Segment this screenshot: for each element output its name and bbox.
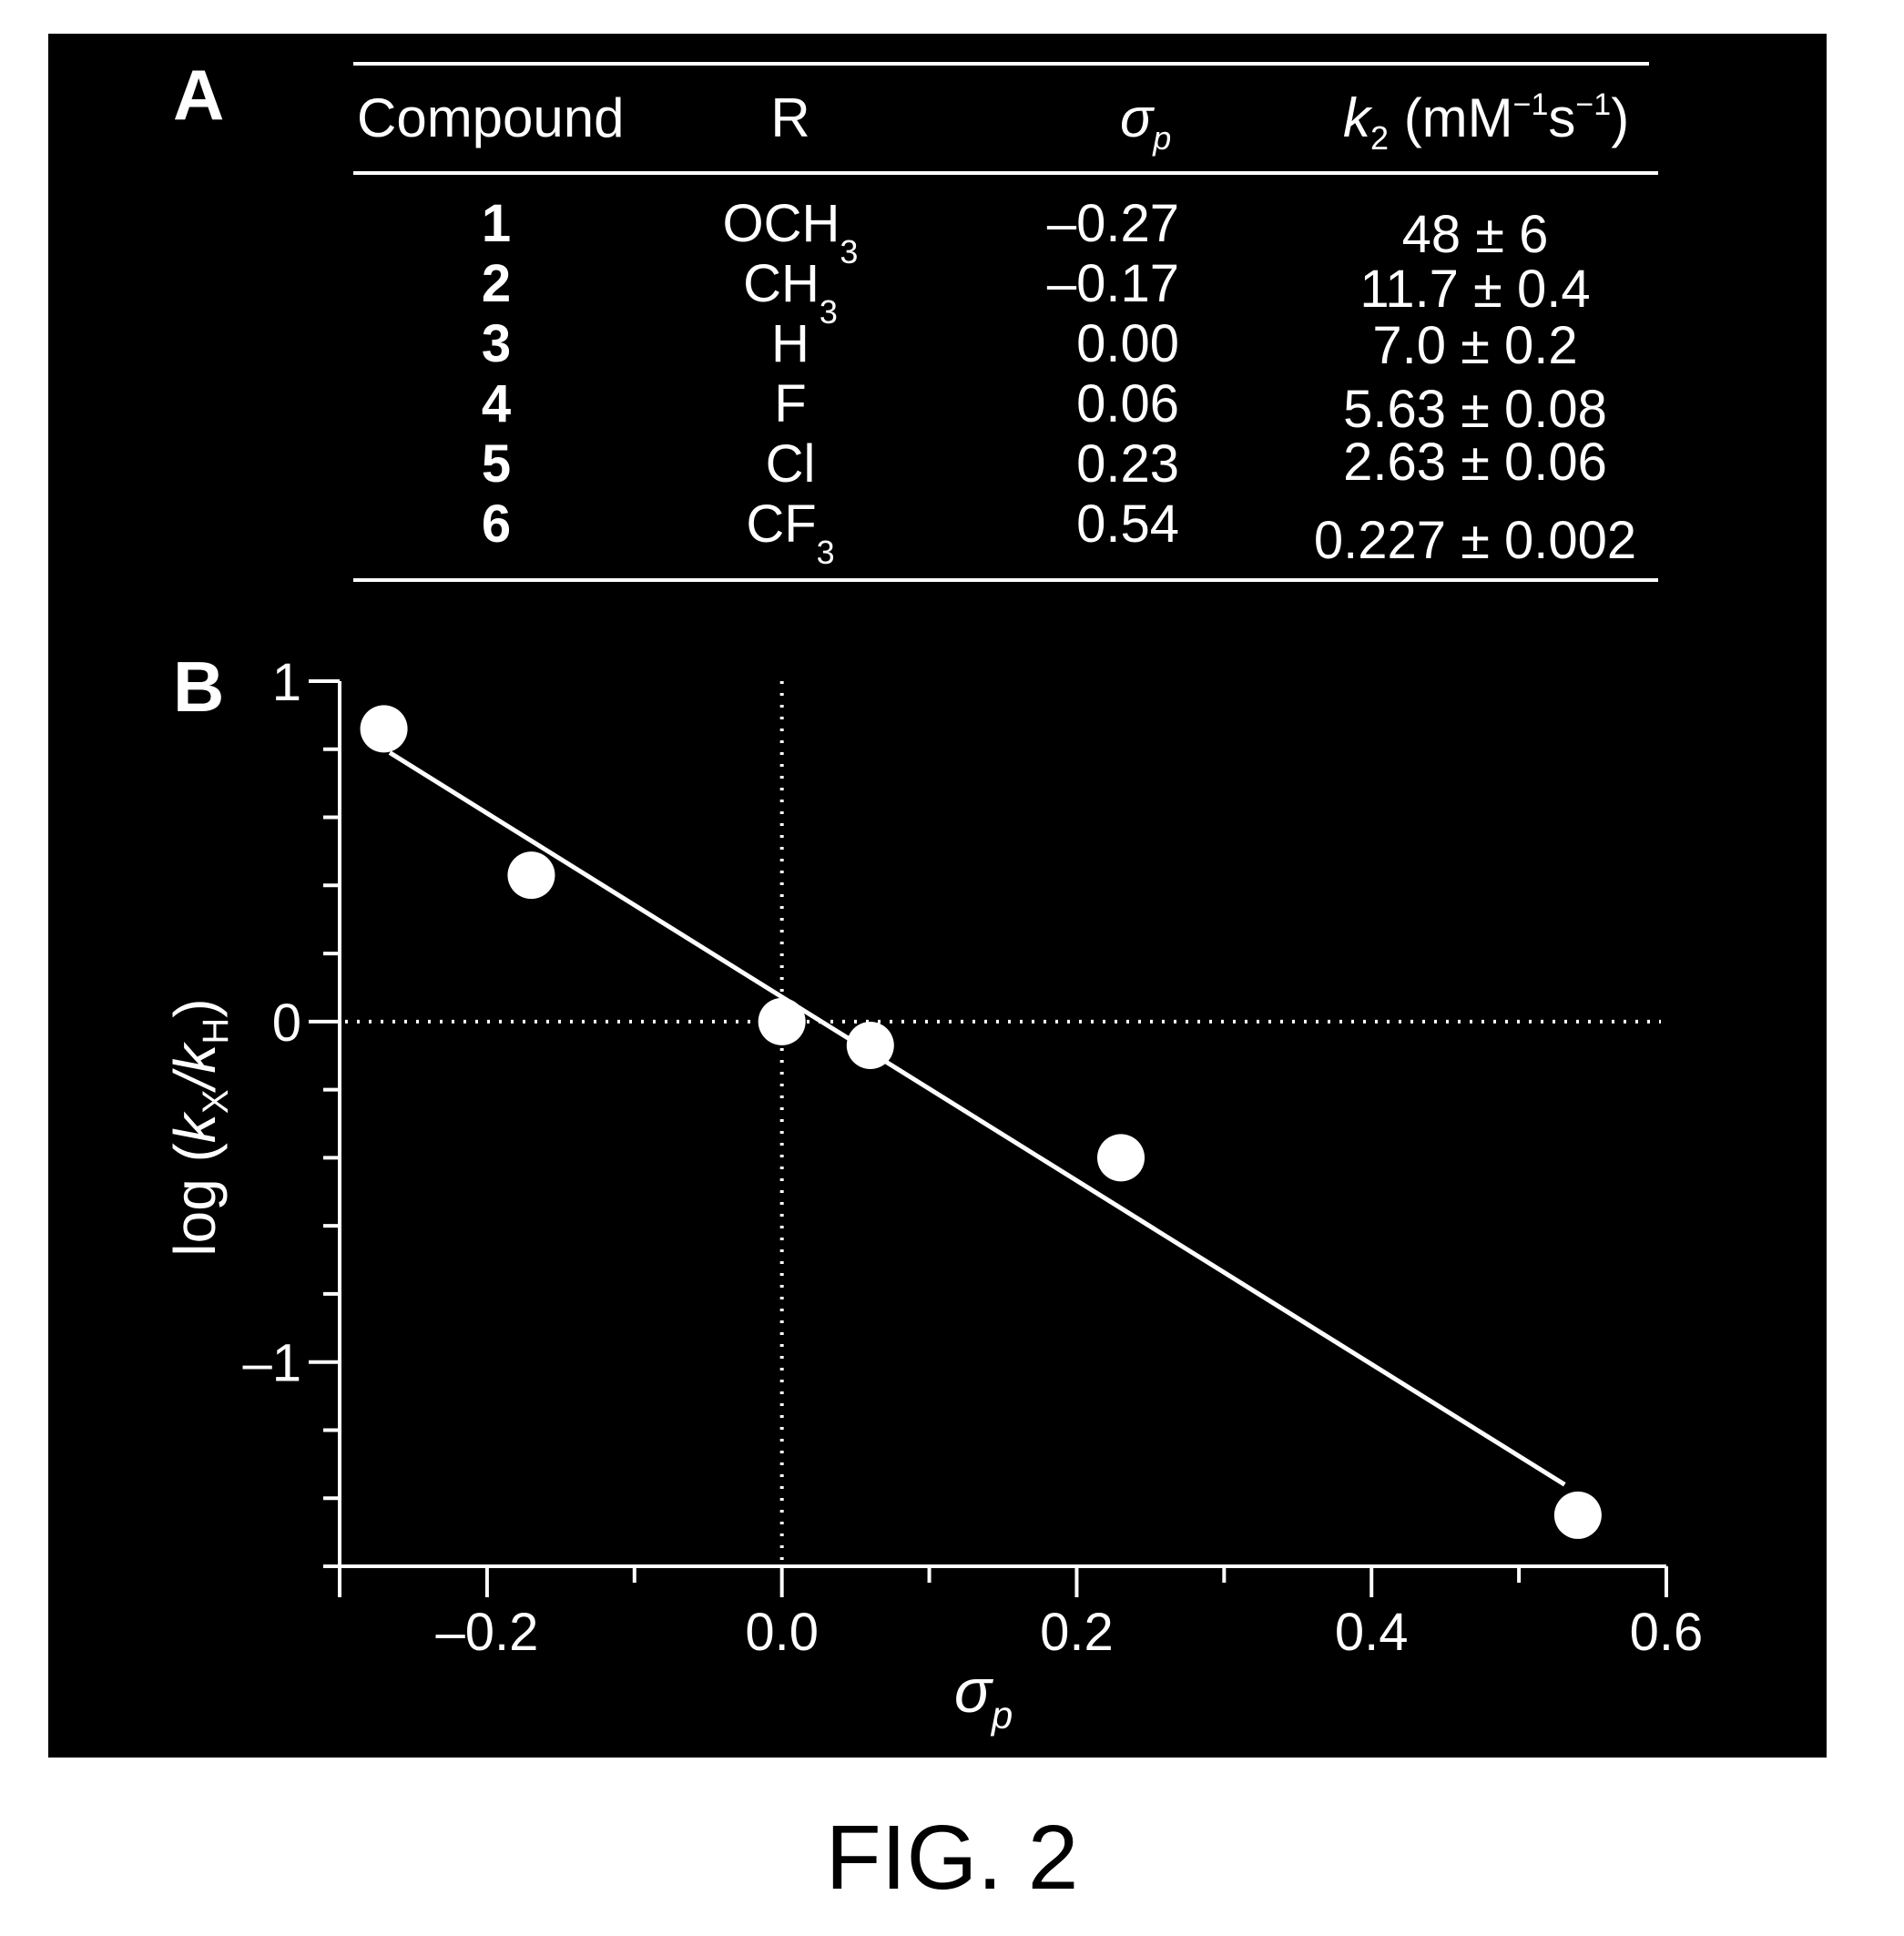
x-tick-label: –0.2 [435,1603,538,1662]
y-axis-label-k1: k [162,1111,228,1143]
header-r: R [770,87,809,148]
x-tick-label: 0.4 [1335,1603,1409,1662]
cell-r-main: F [774,374,806,433]
header-k2-units-exp1: −1 [1513,87,1549,122]
header-k2-subscript: 2 [1370,119,1389,157]
cell-compound: 5 [482,434,511,494]
cell-r-main: H [771,314,809,373]
cell-compound: 4 [482,374,511,433]
cell-compound: 3 [482,314,511,373]
header-sigma-symbol: σ [1120,87,1156,148]
cell-sigma-p: –0.27 [1047,194,1179,253]
cell-k2: 2.63 ± 0.06 [1343,433,1607,492]
cell-compound: 6 [482,494,511,554]
x-axis-label-subscript: p [990,1694,1013,1737]
header-k2-units-close: ) [1611,87,1629,148]
data-point-cl [1097,1134,1145,1182]
data-point-f [846,1022,894,1070]
cell-r-main: OCH [723,194,840,253]
cell-r-main: Cl [766,434,816,494]
cell-compound: 2 [482,254,511,313]
cell-k2: 48 ± 6 [1402,205,1549,264]
cell-sigma-p: 0.00 [1076,314,1179,373]
header-k2-symbol: k [1343,87,1373,148]
figure-canvas: A Compound R σp k2 (mM−1s−1) 1 OCH3 –0.27 4… [48,34,1827,1758]
panel-b-label: B [173,647,224,727]
y-axis-label-sub1: X [196,1089,236,1114]
cell-sigma-p: 0.54 [1076,494,1179,554]
cell-r-subscript: 3 [820,293,838,331]
cell-compound: 1 [482,194,511,253]
x-axis-label-sigma: σ [954,1656,994,1726]
figure-caption: FIG. 2 [825,1807,1079,1909]
x-tick-label: 0.0 [745,1603,819,1662]
cell-r-subscript: 3 [817,534,835,571]
cell-sigma-p: 0.23 [1076,434,1179,494]
cell-k2: 11.7 ± 0.4 [1359,260,1590,319]
cell-r-main: CF [746,494,816,554]
y-axis-label-prefix: log ( [162,1143,228,1257]
y-tick-label: 0 [272,993,301,1053]
cell-r: F [774,374,806,433]
data-point-h [758,997,806,1045]
y-tick-label: –1 [242,1334,301,1393]
header-k2-units-exp2: −1 [1575,87,1611,122]
cell-k2: 7.0 ± 0.2 [1372,316,1577,375]
cell-r-main: CH [743,254,820,313]
cell-sigma-p: –0.17 [1047,254,1179,313]
cell-r: H [771,314,809,373]
header-k2-units-open: (mM [1389,87,1513,148]
y-tick-label: 1 [272,653,301,712]
x-tick-label: 0.6 [1630,1603,1704,1662]
cell-sigma-p: 0.06 [1076,374,1179,433]
data-point-cf3 [1553,1491,1602,1539]
header-k2-units-s: s [1548,87,1575,148]
cell-k2: 0.227 ± 0.002 [1314,511,1636,570]
header-sigma-subscript: p [1152,119,1171,157]
cell-k2: 5.63 ± 0.08 [1343,380,1607,439]
x-tick-label: 0.2 [1040,1603,1114,1662]
cell-r-subscript: 3 [840,233,858,270]
data-point-och3 [360,705,408,753]
y-axis-label-k2: k [162,1042,228,1074]
data-point-ch3 [507,851,555,900]
cell-r: Cl [766,434,816,494]
header-compound: Compound [357,87,625,148]
y-axis-label-suffix: ) [162,998,228,1017]
panel-a-label: A [173,55,224,135]
y-axis-label-sub2: H [196,1018,236,1044]
